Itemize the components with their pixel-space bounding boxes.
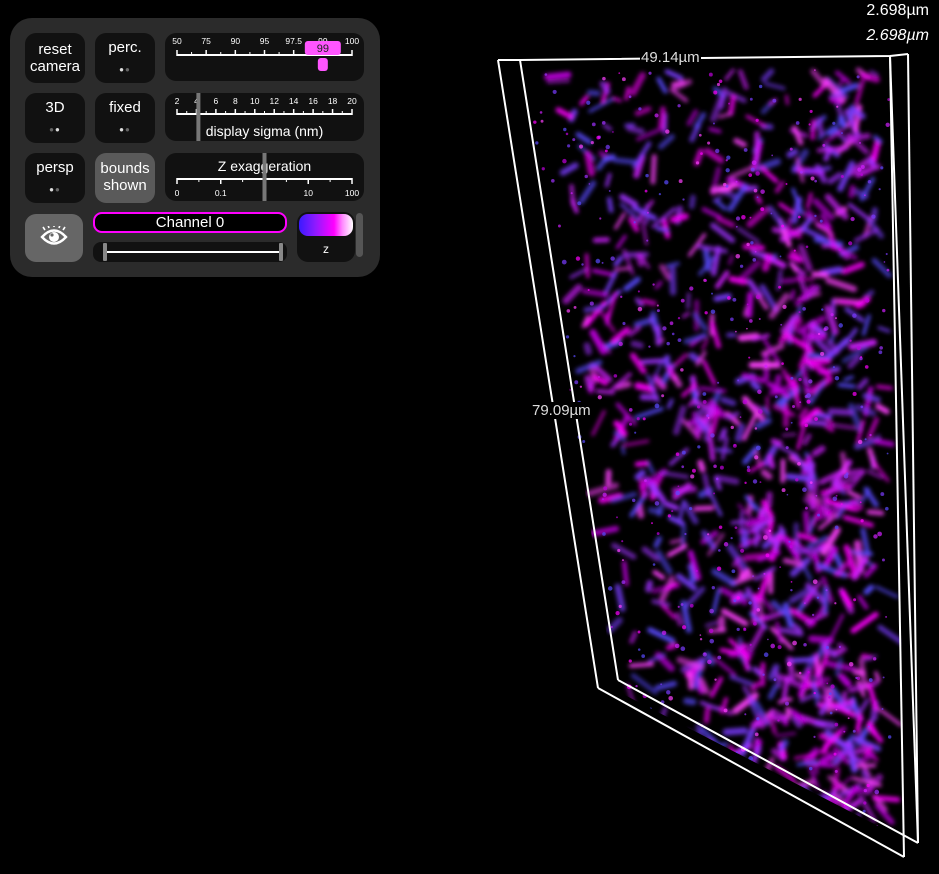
volume-viewport[interactable] [0,0,939,874]
width-dimension-label: 49.14µm [640,49,701,66]
volume-render [530,67,905,840]
height-dimension-label: 79.09µm [531,402,592,419]
